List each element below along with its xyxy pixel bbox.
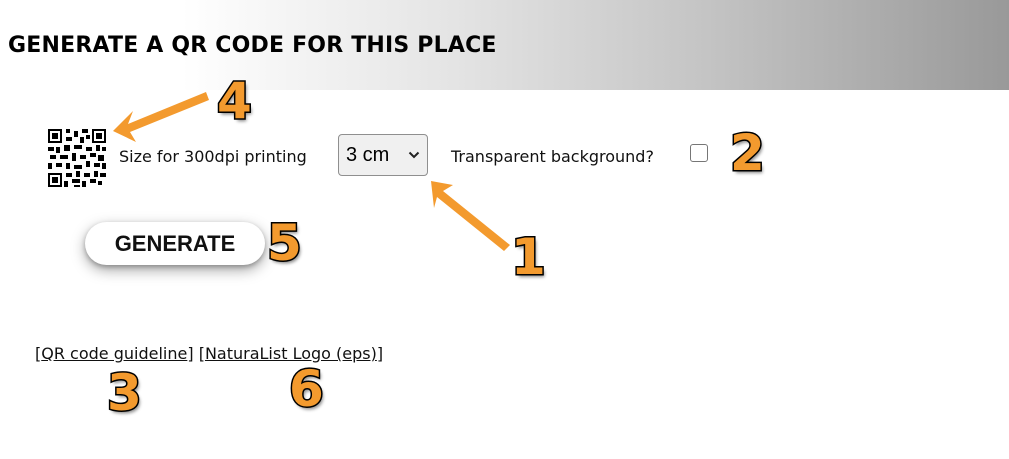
annotation-badge-4: 4: [216, 72, 254, 130]
annotation-arrows: [113, 92, 510, 251]
annotation-badge-5: 5: [266, 214, 304, 272]
annotation-badge-2: 2: [729, 124, 767, 182]
arrow-to-qr-icon: [113, 92, 209, 142]
annotation-badge-1: 1: [510, 228, 548, 286]
arrow-to-size-select: [431, 181, 510, 251]
annotation-badge-3: 3: [106, 364, 144, 422]
annotation-badge-6: 6: [288, 360, 326, 418]
